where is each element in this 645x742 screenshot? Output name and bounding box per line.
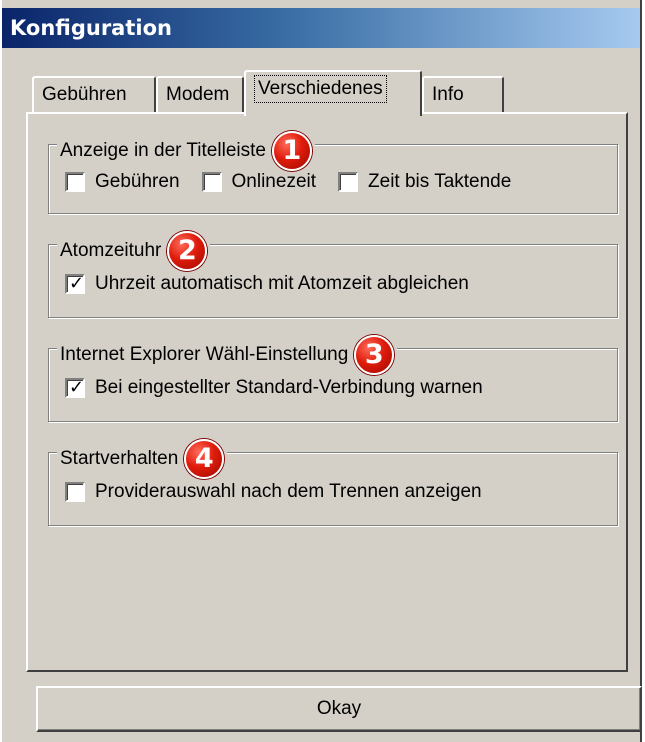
checkbox-box[interactable] [65,482,85,502]
checkbox-zeit-bis-taktende[interactable]: Zeit bis Taktende [338,171,511,193]
checkbox-label: Zeit bis Taktende [368,171,512,192]
checkbox-box[interactable] [201,172,222,192]
checkbox-box[interactable] [338,172,359,192]
group-legend-text: Startverhalten [60,448,179,469]
checkbox-box[interactable]: ✓ [65,273,85,294]
checkbox-row: ✓ Bei eingestellter Standard-Verbindung … [65,377,505,399]
checkmark-icon: ✓ [69,377,85,397]
group-legend-text: Anzeige in der Titelleiste [60,140,266,161]
tab-info[interactable]: Info [422,76,504,114]
config-dialog: Konfiguration Gebühren Modem Verschieden… [2,0,642,742]
group-atomic-clock: Atomzeituhr 2 ✓ Uhrzeit automatisch mit … [48,231,618,318]
checkbox-label: Providerauswahl nach dem Trennen anzeige… [95,481,482,502]
group-legend-text: Internet Explorer Wähl-Einstellung [60,344,349,365]
checkbox-box[interactable] [65,172,85,192]
checkbox-provider-selection[interactable]: Providerauswahl nach dem Trennen anzeige… [65,481,482,503]
checkbox-row: Gebühren Onlinezeit Zeit bis Taktende [65,171,533,193]
group-titlebar-display: Anzeige in der Titelleiste 1 Gebühren On… [48,131,618,214]
tab-label: Gebühren [42,84,127,105]
checkbox-gebuehren[interactable]: Gebühren [65,171,180,193]
tab-label: Verschiedenes [254,75,387,103]
okay-button[interactable]: Okay [36,686,642,732]
badge-1-icon: 1 [271,131,312,171]
badge-4-icon: 4 [184,439,225,479]
group-legend: Atomzeituhr 2 [57,231,211,271]
checkbox-label: Onlinezeit [231,171,317,192]
checkbox-label: Bei eingestellter Standard-Verbindung wa… [95,377,483,398]
group-startup: Startverhalten 4 Providerauswahl nach de… [48,439,618,526]
group-legend-text: Atomzeituhr [60,240,162,261]
checkbox-label: Gebühren [95,171,180,192]
badge-3-icon: 3 [354,335,395,375]
group-legend: Internet Explorer Wähl-Einstellung 3 [57,335,398,375]
checkbox-standard-connection-warn[interactable]: ✓ Bei eingestellter Standard-Verbindung … [65,377,483,399]
group-legend: Startverhalten 4 [57,439,228,479]
checkbox-onlinezeit[interactable]: Onlinezeit [201,171,317,193]
tab-panel-verschiedenes: Anzeige in der Titelleiste 1 Gebühren On… [26,112,628,672]
badge-2-icon: 2 [167,231,208,271]
tab-label: Modem [166,84,230,105]
checkbox-atomzeit-sync[interactable]: ✓ Uhrzeit automatisch mit Atomzeit abgle… [65,273,469,295]
group-legend: Anzeige in der Titelleiste 1 [57,131,315,171]
tab-modem[interactable]: Modem [156,76,244,114]
checkbox-row: ✓ Uhrzeit automatisch mit Atomzeit abgle… [65,273,491,295]
checkbox-row: Providerauswahl nach dem Trennen anzeige… [65,481,504,503]
group-ie-dial-setting: Internet Explorer Wähl-Einstellung 3 ✓ B… [48,335,618,422]
tab-verschiedenes[interactable]: Verschiedenes [244,70,422,116]
checkbox-box[interactable]: ✓ [65,377,85,398]
tab-gebuehren[interactable]: Gebühren [32,76,156,114]
tab-label: Info [432,84,464,105]
checkmark-icon: ✓ [69,273,85,293]
checkbox-label: Uhrzeit automatisch mit Atomzeit abgleic… [95,273,469,294]
window-title: Konfiguration [2,8,640,48]
